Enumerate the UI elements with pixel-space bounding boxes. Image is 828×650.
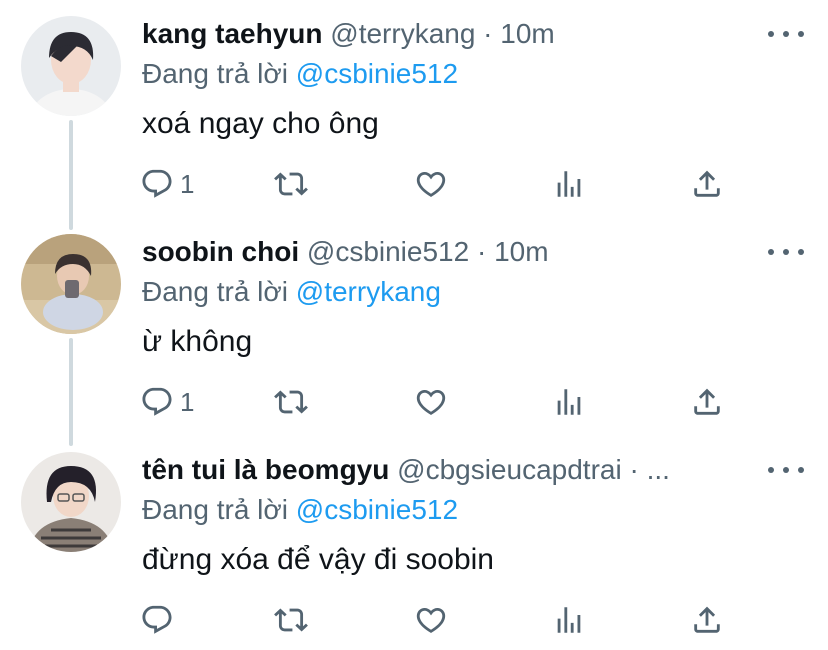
like-button[interactable]	[414, 382, 448, 422]
stats-button[interactable]	[552, 600, 586, 640]
stats-icon	[557, 607, 581, 633]
share-button[interactable]	[690, 382, 724, 422]
display-name[interactable]: tên tui là beomgyu	[142, 454, 389, 485]
replying-prefix: Đang trả lời	[142, 494, 288, 525]
replying-to: Đang trả lời @csbinie512	[142, 492, 458, 528]
tweet-header: kang taehyun @terrykang · 10m	[142, 14, 758, 54]
handle-and-time[interactable]: @terrykang · 10m	[330, 18, 555, 49]
tweet-actions: 1	[140, 382, 740, 422]
handle-and-time[interactable]: @csbinie512 · 10m	[307, 236, 549, 267]
reply-count: 1	[180, 386, 195, 417]
share-icon	[694, 170, 720, 197]
stats-icon	[557, 171, 581, 197]
share-button[interactable]	[690, 164, 724, 204]
heart-icon	[416, 171, 446, 197]
reply-button[interactable]	[140, 600, 180, 640]
retweet-button[interactable]	[274, 164, 308, 204]
tweet-actions: 1	[140, 164, 740, 204]
display-name[interactable]: soobin choi	[142, 236, 299, 267]
display-name[interactable]: kang taehyun	[142, 18, 322, 49]
reply-count: 1	[180, 168, 195, 199]
share-button[interactable]	[690, 600, 724, 640]
more-icon[interactable]	[768, 242, 804, 262]
retweet-icon	[274, 608, 308, 632]
more-icon[interactable]	[768, 24, 804, 44]
retweet-icon	[274, 390, 308, 414]
like-button[interactable]	[414, 600, 448, 640]
reply-button[interactable]: 1	[140, 382, 194, 422]
retweet-icon	[274, 172, 308, 196]
mention-link[interactable]: @terrykang	[296, 276, 441, 307]
tweet-header: tên tui là beomgyu @cbgsieucapdtrai · ..…	[142, 450, 758, 490]
stats-button[interactable]	[552, 164, 586, 204]
stats-icon	[557, 389, 581, 415]
reply-icon	[142, 605, 172, 634]
like-button[interactable]	[414, 164, 448, 204]
more-icon[interactable]	[768, 460, 804, 480]
tweet-text: ừ không	[142, 325, 253, 358]
reply-button[interactable]: 1	[140, 164, 194, 204]
replying-prefix: Đang trả lời	[142, 276, 288, 307]
avatar[interactable]	[21, 234, 121, 334]
avatar[interactable]	[21, 452, 121, 552]
stats-button[interactable]	[552, 382, 586, 422]
tweet[interactable]: kang taehyun @terrykang · 10m Đang trả l…	[0, 0, 828, 218]
tweet[interactable]: tên tui là beomgyu @cbgsieucapdtrai · ..…	[0, 436, 828, 650]
heart-icon	[416, 389, 446, 415]
avatar[interactable]	[21, 16, 121, 116]
mention-link[interactable]: @csbinie512	[296, 58, 458, 89]
retweet-button[interactable]	[274, 600, 308, 640]
tweet-header: soobin choi @csbinie512 · 10m	[142, 232, 758, 272]
replying-to: Đang trả lời @csbinie512	[142, 56, 458, 92]
share-icon	[694, 388, 720, 415]
retweet-button[interactable]	[274, 382, 308, 422]
reply-icon	[142, 169, 172, 198]
heart-icon	[416, 607, 446, 633]
share-icon	[694, 606, 720, 633]
mention-link[interactable]: @csbinie512	[296, 494, 458, 525]
replying-prefix: Đang trả lời	[142, 58, 288, 89]
tweet-actions	[140, 600, 740, 640]
handle-and-time[interactable]: @cbgsieucapdtrai · ...	[397, 454, 670, 485]
replying-to: Đang trả lời @terrykang	[142, 274, 441, 310]
tweet-text: xoá ngay cho ông	[142, 107, 379, 140]
tweet[interactable]: soobin choi @csbinie512 · 10m Đang trả l…	[0, 218, 828, 436]
tweet-text: đừng xóa để vậy đi soobin	[142, 543, 494, 576]
reply-icon	[142, 387, 172, 416]
